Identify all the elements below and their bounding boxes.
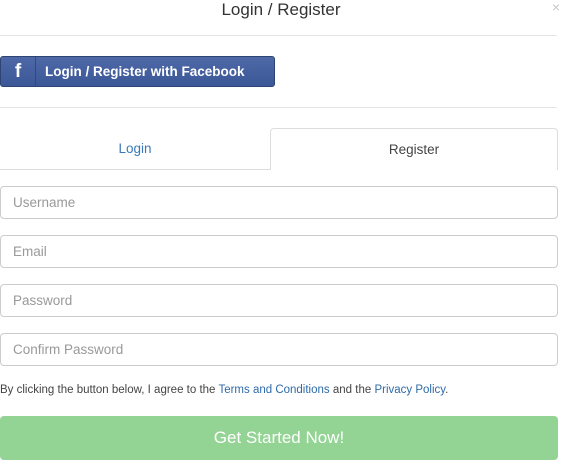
header-divider: [0, 35, 557, 36]
tab-login[interactable]: Login: [0, 128, 270, 170]
section-divider: [0, 107, 557, 108]
terms-text: By clicking the button below, I agree to…: [0, 384, 448, 396]
facebook-login-button[interactable]: f Login / Register with Facebook: [0, 56, 275, 87]
password-field[interactable]: [0, 284, 558, 317]
privacy-link[interactable]: Privacy Policy: [374, 384, 445, 396]
close-icon[interactable]: ×: [552, 0, 560, 14]
terms-middle: and the: [329, 384, 375, 396]
email-field[interactable]: [0, 235, 558, 268]
facebook-login-label: Login / Register with Facebook: [45, 64, 245, 79]
terms-suffix: .: [445, 384, 449, 396]
confirm-password-field[interactable]: [0, 333, 558, 366]
username-field[interactable]: [0, 186, 558, 219]
modal-title: Login / Register: [221, 0, 341, 19]
get-started-button[interactable]: Get Started Now!: [0, 416, 558, 460]
terms-prefix: By clicking the button below, I agree to…: [0, 384, 219, 396]
facebook-icon: f: [1, 57, 36, 86]
auth-tabs: Login Register: [0, 128, 558, 170]
tab-register[interactable]: Register: [270, 128, 558, 170]
terms-link[interactable]: Terms and Conditions: [218, 384, 329, 396]
